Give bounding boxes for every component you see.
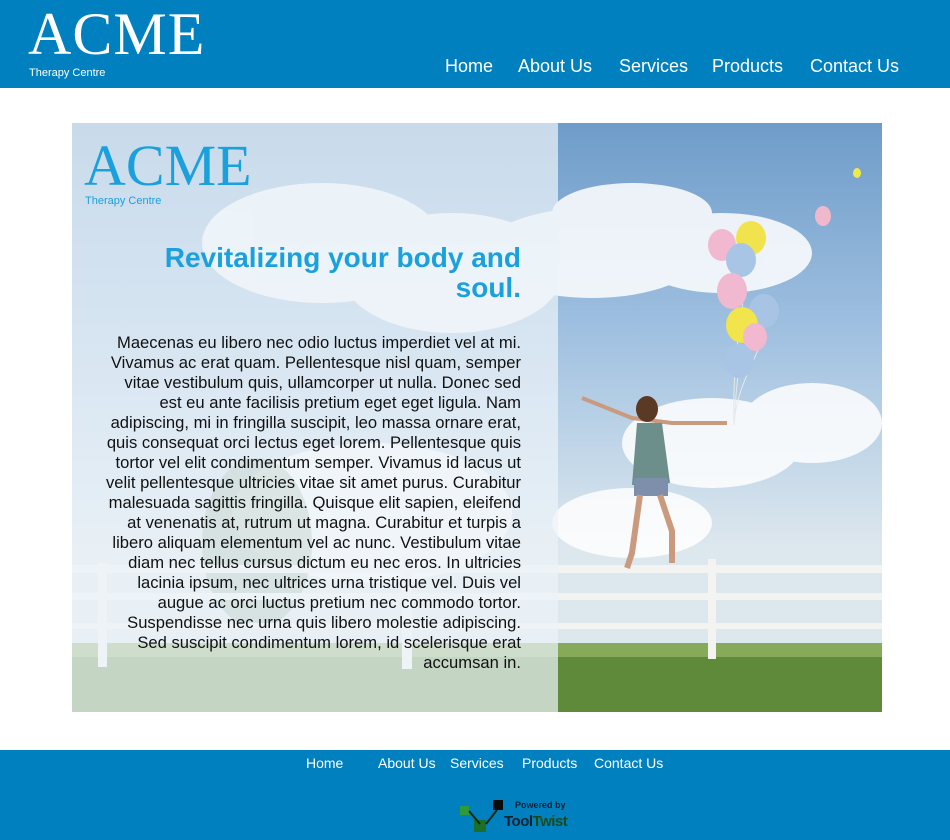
hero-headline: Revitalizing your body and soul. — [164, 242, 521, 303]
tooltwist-brand: ToolTwist — [504, 813, 568, 830]
nav-home[interactable]: Home — [445, 56, 493, 77]
hero-body-text: Maecenas eu libero nec odio luctus imper… — [105, 333, 521, 672]
nav-products[interactable]: Products — [712, 56, 783, 77]
footer-nav-contact-us[interactable]: Contact Us — [594, 755, 663, 771]
footer-nav-home[interactable]: Home — [306, 755, 343, 771]
site-footer: Home About Us Services Products Contact … — [0, 750, 950, 840]
footer-nav-services[interactable]: Services — [450, 755, 504, 771]
nav-services[interactable]: Services — [619, 56, 688, 77]
hero-logo-subtitle: Therapy Centre — [85, 195, 162, 207]
nav-about-us[interactable]: About Us — [518, 56, 592, 77]
header-logo-subtitle: Therapy Centre — [29, 67, 106, 79]
hero-banner: ACME Therapy Centre Revitalizing your bo… — [72, 123, 882, 712]
header-logo[interactable]: ACME — [28, 4, 205, 64]
footer-nav-about-us[interactable]: About Us — [378, 755, 436, 771]
nav-contact-us[interactable]: Contact Us — [810, 56, 899, 77]
powered-by-badge[interactable]: Powered by ToolTwist — [458, 800, 568, 834]
tooltwist-logo-icon — [460, 800, 503, 832]
footer-nav-products[interactable]: Products — [522, 755, 577, 771]
site-header: ACME Therapy Centre Home About Us Servic… — [0, 0, 950, 88]
powered-by-label: Powered by — [515, 800, 566, 810]
hero-logo: ACME — [84, 133, 252, 198]
